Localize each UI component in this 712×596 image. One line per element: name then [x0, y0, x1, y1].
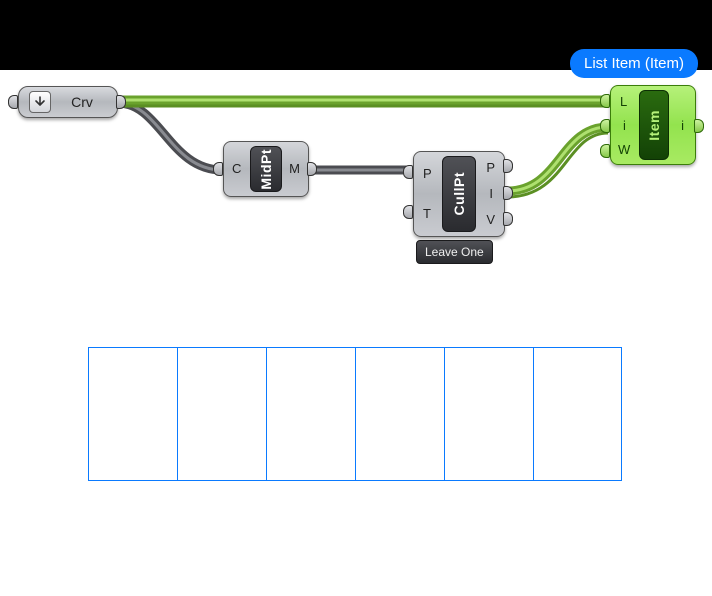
item-grip-w[interactable] — [600, 144, 610, 158]
crv-param-label: Crv — [57, 94, 117, 110]
cullpt-grip-i-out[interactable] — [503, 186, 513, 200]
item-input-l[interactable]: L — [620, 94, 627, 109]
midpt-core: MidPt — [250, 146, 282, 192]
cullpt-core-label: CullPt — [451, 172, 467, 215]
midpt-grip-c[interactable] — [213, 162, 223, 176]
midpt-grip-m[interactable] — [307, 162, 317, 176]
cullpt-component[interactable]: CullPt P T P I V — [413, 151, 505, 237]
item-grip-i[interactable] — [600, 119, 610, 133]
midpt-core-label: MidPt — [258, 149, 274, 190]
midpt-component[interactable]: MidPt C M — [223, 141, 309, 197]
midpt-input-c[interactable]: C — [232, 161, 241, 176]
cullpt-input-t[interactable]: T — [423, 206, 431, 221]
item-component[interactable]: Item L i W i — [610, 85, 696, 165]
crv-grip-in[interactable] — [8, 95, 18, 109]
tooltip-text: List Item (Item) — [584, 55, 684, 72]
crv-grip-out[interactable] — [116, 95, 126, 109]
item-grip-i-out[interactable] — [694, 119, 704, 133]
cullpt-output-v[interactable]: V — [486, 212, 495, 227]
item-input-w[interactable]: W — [618, 142, 630, 157]
arrow-down-icon — [29, 91, 51, 113]
item-output-i[interactable]: i — [681, 118, 684, 133]
cullpt-core: CullPt — [442, 156, 476, 232]
item-grip-l[interactable] — [600, 94, 610, 108]
item-core-label: Item — [646, 110, 662, 141]
cullpt-output-p[interactable]: P — [486, 160, 495, 175]
cullpt-grip-p-in[interactable] — [403, 165, 413, 179]
item-input-i[interactable]: i — [623, 118, 626, 133]
crv-param[interactable]: Crv — [18, 86, 118, 118]
cullpt-grip-t-in[interactable] — [403, 205, 413, 219]
cullpt-nickname: Leave One — [416, 240, 493, 264]
tooltip-pill: List Item (Item) — [570, 49, 698, 78]
cullpt-output-i[interactable]: I — [489, 186, 493, 201]
cullpt-grip-p-out[interactable] — [503, 159, 513, 173]
item-core: Item — [639, 90, 669, 160]
grid-preview — [88, 347, 622, 481]
midpt-output-m[interactable]: M — [289, 161, 300, 176]
cullpt-input-p[interactable]: P — [423, 166, 432, 181]
cullpt-grip-v-out[interactable] — [503, 212, 513, 226]
